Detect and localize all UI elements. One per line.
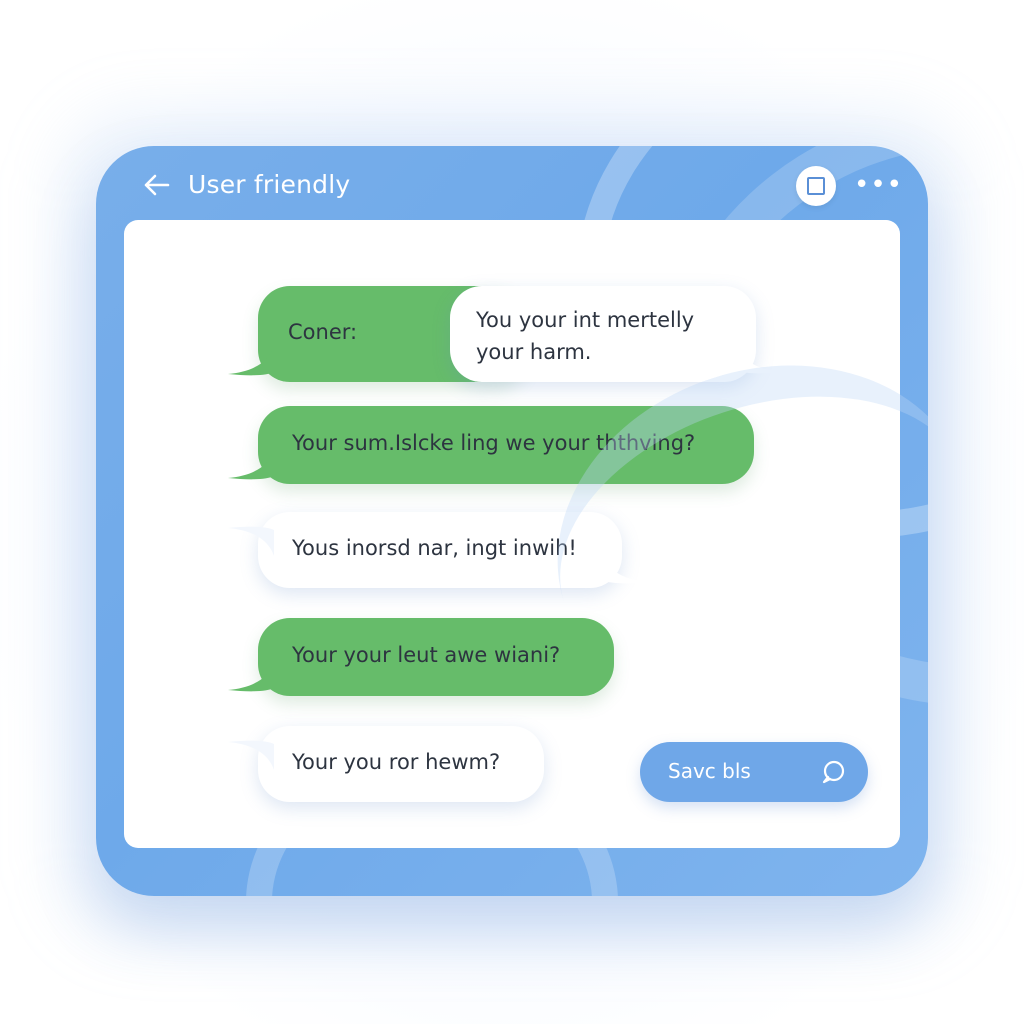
chat-bubble-icon [820, 759, 846, 785]
message-bubble: Your your leut awe wiani? [228, 618, 614, 696]
bubble-tail [602, 554, 648, 584]
message-bubble: Your sum.Islcke ling we your ththving? [228, 406, 754, 484]
message-text-line: your harm. [476, 340, 592, 364]
message-text: Coner: [288, 320, 358, 344]
arrow-left-icon[interactable] [140, 168, 174, 202]
bubble-tail [228, 740, 274, 770]
stage: User friendly ••• Coner: You your int me… [0, 0, 1024, 1024]
bubble-tail [228, 662, 274, 692]
chat-window: User friendly ••• Coner: You your int me… [96, 146, 928, 896]
save-button-label: Savc bls [668, 759, 751, 783]
message-bubble: You your int mertelly your harm. [450, 286, 782, 382]
save-button[interactable]: Savc bls [640, 742, 868, 802]
window-title: User friendly [188, 170, 351, 199]
message-text: Your your leut awe wiani? [292, 643, 561, 667]
bubble-tail [736, 344, 782, 374]
message-bubble: Yous inorsd nar, ingt inwih! [228, 512, 648, 588]
bubble-tail [228, 526, 274, 556]
window-button[interactable] [796, 166, 836, 206]
bubble-tail [228, 450, 274, 480]
title-bar: User friendly ••• [96, 146, 928, 224]
more-horizontal-icon[interactable]: ••• [854, 170, 902, 200]
square-icon [807, 177, 825, 195]
message-text-line: You your int mertelly [476, 308, 695, 332]
message-text: Your you ror hewm? [292, 750, 501, 774]
message-text: Your sum.Islcke ling we your ththving? [292, 431, 696, 455]
bubble-tail [228, 346, 274, 376]
message-bubble: Your you ror hewm? [228, 726, 544, 802]
message-text: Yous inorsd nar, ingt inwih! [292, 536, 577, 560]
chat-panel: Coner: You your int mertelly your harm. … [124, 220, 928, 848]
